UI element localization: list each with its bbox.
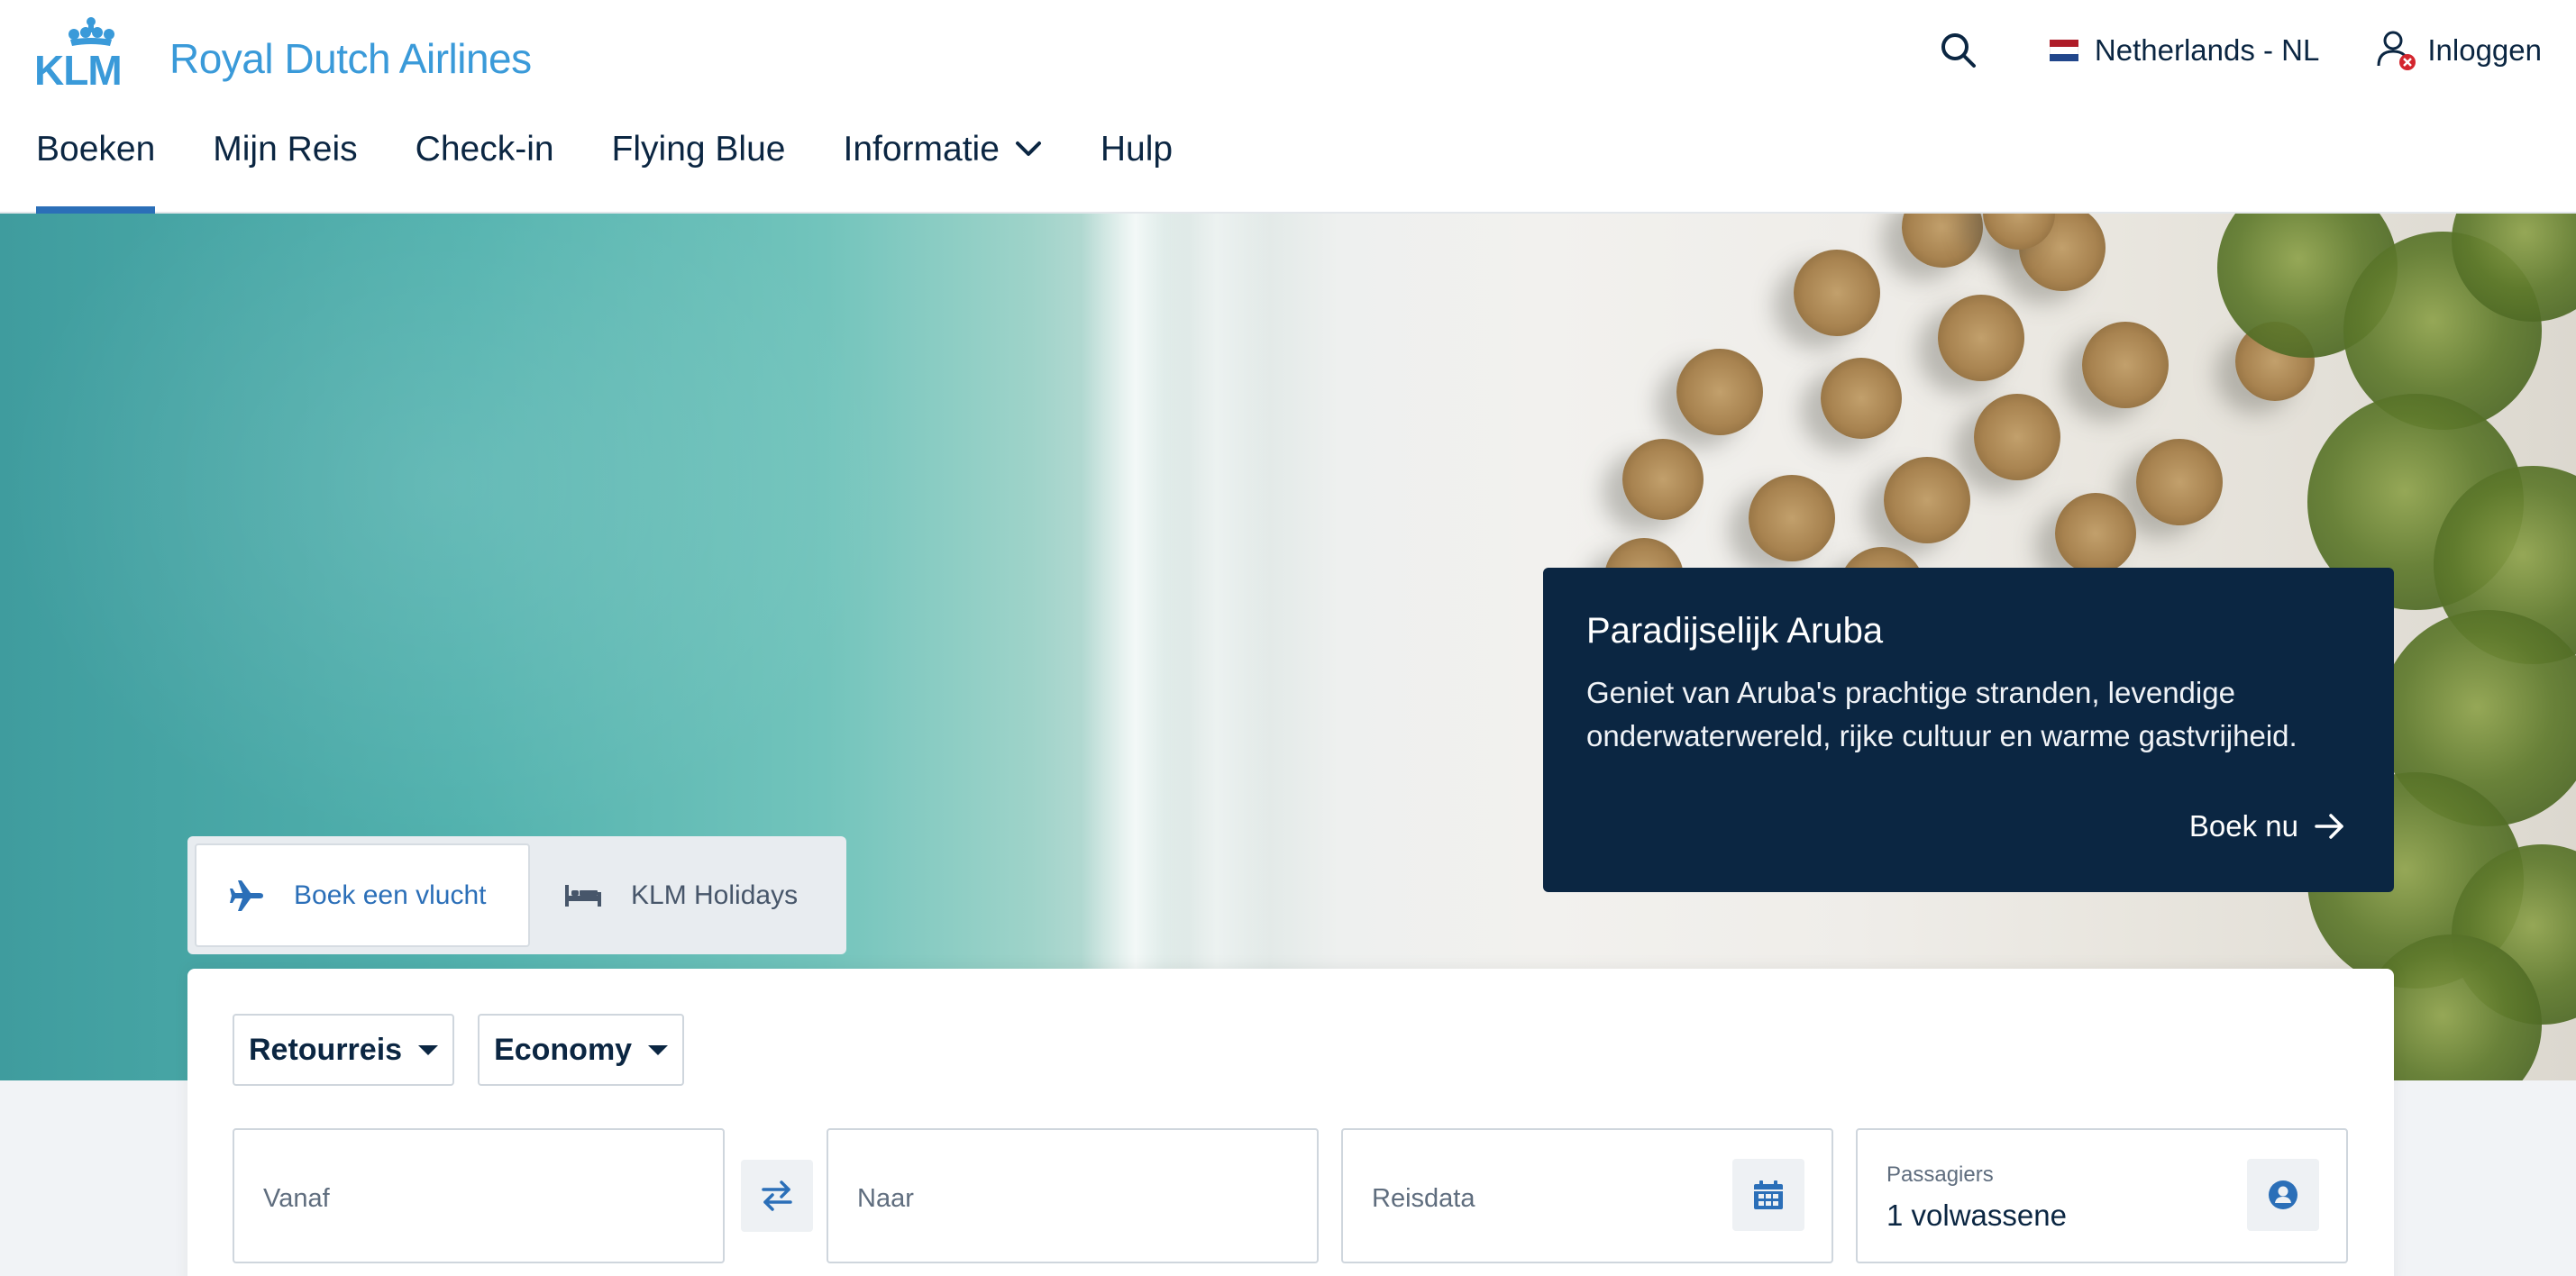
swap-locations-button[interactable] xyxy=(741,1160,813,1232)
to-input[interactable]: Naar xyxy=(827,1128,1319,1263)
book-now-label: Boek nu xyxy=(2188,809,2298,843)
bed-icon xyxy=(565,884,601,907)
netherlands-flag-icon xyxy=(2049,40,2078,61)
login-label: Inloggen xyxy=(2427,33,2542,67)
book-now-link[interactable]: Boek nu xyxy=(2189,809,2345,843)
arrow-right-icon xyxy=(2315,814,2343,839)
beach-umbrella xyxy=(2136,439,2223,525)
main-navigation: Boeken Mijn Reis Check-in Flying Blue In… xyxy=(36,126,1230,214)
trip-type-value: Retourreis xyxy=(249,1032,403,1067)
trip-type-select[interactable]: Retourreis xyxy=(233,1014,455,1086)
country-selector[interactable]: Netherlands - NL xyxy=(2049,33,2320,68)
dates-placeholder: Reisdata xyxy=(1372,1184,1475,1213)
cabin-class-select[interactable]: Economy xyxy=(478,1014,685,1086)
plane-icon xyxy=(230,880,263,911)
klm-logo[interactable]: KLM Royal Dutch Airlines xyxy=(34,14,532,87)
tab-klm-holidays[interactable]: KLM Holidays xyxy=(530,843,798,947)
nav-label: Boeken xyxy=(36,130,156,169)
beach-umbrella xyxy=(2082,322,2169,408)
booking-tabs: Boek een vlucht KLM Holidays xyxy=(187,836,846,954)
promo-description: Geniet van Aruba's prachtige stranden, l… xyxy=(1586,676,2297,752)
travel-dates-input[interactable]: Reisdata xyxy=(1341,1128,1833,1263)
nav-label: Hulp xyxy=(1100,130,1174,169)
utility-bar: Netherlands - NL Inloggen xyxy=(1940,25,2542,76)
search-icon xyxy=(1941,33,1976,68)
beach-umbrella xyxy=(1794,250,1880,336)
brand-name: Royal Dutch Airlines xyxy=(169,35,532,82)
beach-umbrella xyxy=(1821,358,1902,439)
tab-label: KLM Holidays xyxy=(631,880,799,910)
beach-umbrella xyxy=(1884,457,1970,543)
swap-arrows-icon xyxy=(762,1180,792,1211)
passengers-value: 1 volwassene xyxy=(1886,1199,2067,1232)
nav-item-boeken[interactable]: Boeken xyxy=(36,126,156,214)
passengers-button[interactable] xyxy=(2247,1159,2319,1231)
klm-crown-logo-icon: KLM xyxy=(34,17,123,87)
nav-item-informatie[interactable]: Informatie xyxy=(843,126,1042,214)
site-header: KLM Royal Dutch Airlines Netherlands - N… xyxy=(0,0,2576,214)
promo-title: Paradijselijk Aruba xyxy=(1586,611,1884,651)
caret-down-icon xyxy=(418,1044,439,1055)
from-placeholder: Vanaf xyxy=(263,1184,330,1213)
tab-book-flight[interactable]: Boek een vlucht xyxy=(195,843,530,947)
from-input[interactable]: Vanaf xyxy=(233,1128,725,1263)
beach-umbrella xyxy=(1622,439,1704,520)
chevron-down-icon xyxy=(1015,141,1041,156)
passengers-label: Passagiers xyxy=(1886,1162,1994,1187)
nav-item-hulp[interactable]: Hulp xyxy=(1101,126,1173,214)
flight-search-panel: Retourreis Economy Vanaf Naar Reisdata P… xyxy=(187,969,2394,1276)
nav-label: Check-in xyxy=(415,130,554,169)
caret-down-icon xyxy=(648,1044,669,1055)
beach-umbrella xyxy=(1974,394,2060,480)
nav-label: Informatie xyxy=(843,130,1000,169)
beach-umbrella xyxy=(1676,349,1763,435)
search-button[interactable] xyxy=(1940,32,1978,69)
search-options: Retourreis Economy xyxy=(233,1014,685,1086)
passengers-input[interactable]: Passagiers 1 volwassene xyxy=(1856,1128,2348,1263)
to-placeholder: Naar xyxy=(857,1184,914,1213)
user-logged-out-icon xyxy=(2377,31,2416,70)
country-label: Netherlands - NL xyxy=(2094,33,2320,67)
beach-umbrella xyxy=(1938,295,2024,381)
promo-card: Paradijselijk Aruba Geniet van Aruba's p… xyxy=(1543,568,2394,892)
svg-text:KLM: KLM xyxy=(34,47,122,87)
nav-label: Flying Blue xyxy=(611,130,786,169)
nav-item-check-in[interactable]: Check-in xyxy=(416,126,554,214)
calendar-button[interactable] xyxy=(1732,1159,1804,1231)
beach-umbrella xyxy=(2055,493,2136,574)
cabin-class-value: Economy xyxy=(494,1032,633,1067)
nav-item-flying-blue[interactable]: Flying Blue xyxy=(612,126,786,214)
tab-label: Boek een vlucht xyxy=(294,880,487,910)
person-circle-icon xyxy=(2269,1180,2297,1209)
nav-label: Mijn Reis xyxy=(213,130,358,169)
beach-umbrella xyxy=(1749,475,1835,561)
calendar-icon xyxy=(1754,1180,1783,1209)
login-button[interactable]: Inloggen xyxy=(2375,30,2542,71)
nav-item-mijn-reis[interactable]: Mijn Reis xyxy=(213,126,357,214)
hero-surf-line xyxy=(1163,214,1271,1080)
